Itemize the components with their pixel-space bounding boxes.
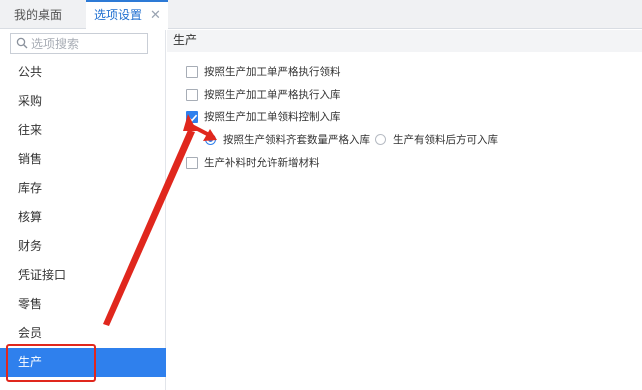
search-icon	[16, 37, 28, 49]
radio-label: 按照生产领料齐套数量严格入库	[223, 134, 370, 146]
sidebar-nav: 公共 采购 往来 销售 库存 核算 财务 凭证接口 零售 会员 生产	[0, 58, 166, 377]
sidebar-item-voucher-interface[interactable]: 凭证接口	[0, 261, 166, 290]
search-input[interactable]	[31, 34, 143, 53]
checkbox-checked[interactable]	[186, 111, 198, 123]
tab-my-desktop[interactable]: 我的桌面	[14, 0, 86, 29]
settings-panel: 生产 按照生产加工单严格执行领料 按照生产加工单严格执行入库 按照生产加工单领料…	[167, 30, 642, 390]
tab-my-desktop-label: 我的桌面	[14, 8, 63, 22]
option-label: 按照生产加工单严格执行领料	[204, 66, 341, 78]
section-title: 生产	[167, 30, 642, 52]
sidebar-item-purchase[interactable]: 采购	[0, 87, 166, 116]
checkbox[interactable]	[186, 157, 198, 169]
search-box[interactable]	[10, 33, 148, 54]
option-label: 生产补料时允许新增材料	[204, 157, 320, 169]
option-label: 按照生产加工单领料控制入库	[204, 111, 341, 123]
sidebar-item-accounts[interactable]: 往来	[0, 116, 166, 145]
radio-label: 生产有领料后方可入库	[393, 134, 498, 146]
radio-button-selected[interactable]	[205, 134, 216, 145]
close-icon[interactable]: ✕	[150, 2, 161, 28]
sidebar-item-costing[interactable]: 核算	[0, 203, 166, 232]
sidebar-item-sales[interactable]: 销售	[0, 145, 166, 174]
tab-bar: 我的桌面 选项设置 ✕	[0, 0, 642, 30]
radio-button[interactable]	[375, 134, 386, 145]
checkbox[interactable]	[186, 89, 198, 101]
check-icon	[188, 114, 198, 122]
checkbox[interactable]	[186, 66, 198, 78]
sidebar-item-inventory[interactable]: 库存	[0, 174, 166, 203]
option-label: 按照生产加工单严格执行入库	[204, 89, 341, 101]
sidebar: 公共 采购 往来 销售 库存 核算 财务 凭证接口 零售 会员 生产	[0, 30, 166, 390]
annotation-highlight-box	[6, 344, 96, 382]
tab-option-settings-label: 选项设置	[94, 8, 143, 22]
sidebar-item-retail[interactable]: 零售	[0, 290, 166, 319]
sidebar-item-public[interactable]: 公共	[0, 58, 166, 87]
tab-option-settings[interactable]: 选项设置 ✕	[86, 0, 168, 30]
sidebar-item-finance[interactable]: 财务	[0, 232, 166, 261]
